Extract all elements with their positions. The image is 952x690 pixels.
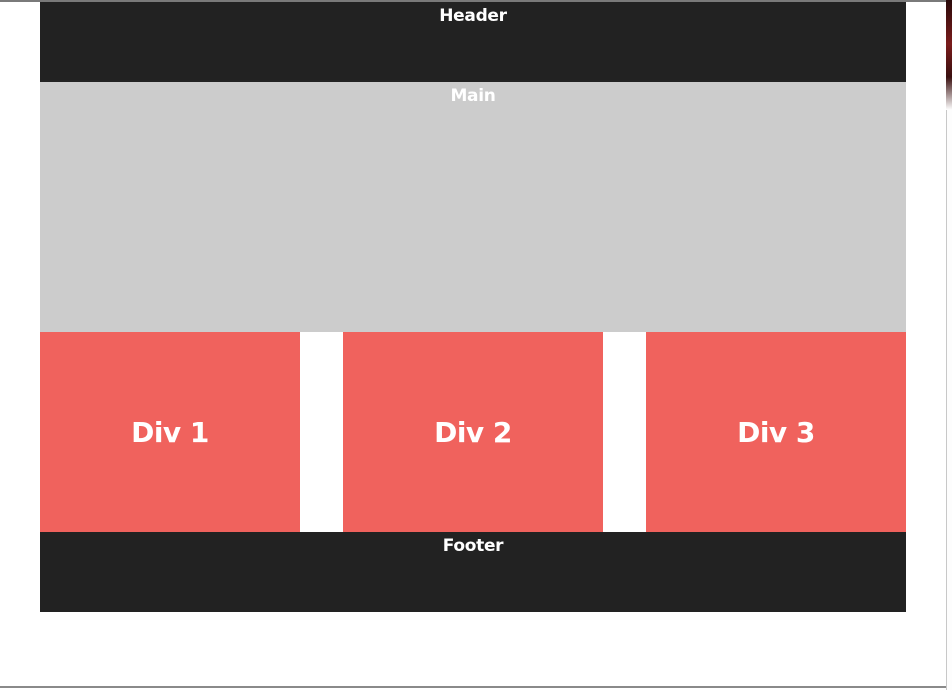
page-layout: Header Main Div 1 Div 2 Div 3 Footer (40, 2, 906, 612)
window-right-edge-glow (946, 0, 952, 110)
footer-section: Footer (40, 532, 906, 612)
div-box-3: Div 3 (646, 332, 906, 532)
div-box-label: Div 3 (737, 415, 815, 449)
div-box-2: Div 2 (343, 332, 603, 532)
div-box-1: Div 1 (40, 332, 300, 532)
footer-label: Footer (442, 536, 504, 556)
header-label: Header (439, 6, 507, 26)
divs-row: Div 1 Div 2 Div 3 (40, 332, 906, 532)
window-bottom-border (0, 686, 946, 688)
header-section: Header (40, 2, 906, 82)
main-section: Main (40, 82, 906, 332)
main-label: Main (450, 86, 496, 106)
div-box-label: Div 1 (131, 415, 209, 449)
div-box-label: Div 2 (434, 415, 512, 449)
